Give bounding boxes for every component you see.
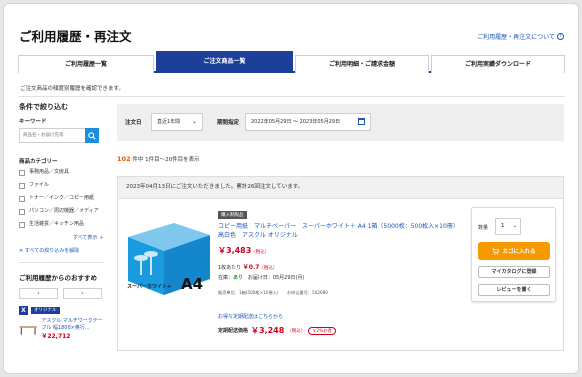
page-frame: ご利用履歴・再注文 ご利用履歴・再注文について ? ご利用履歴一覧 ご注文商品一… bbox=[3, 3, 579, 374]
delivery-date: お届け日：05月29日(月) bbox=[247, 275, 305, 281]
order-card-header: 2023年04月13日にご注文いただきました。累計26回注文しています。 bbox=[118, 177, 563, 199]
search-icon bbox=[88, 131, 96, 140]
page-title: ご利用履歴・再注文 bbox=[19, 29, 132, 44]
tax-note: （税込） bbox=[251, 250, 270, 255]
image-caption: スーパーホワイト+ bbox=[127, 284, 172, 290]
recommendation-price: ￥22,712 bbox=[41, 333, 71, 340]
tab-download[interactable]: ご利用実績ダウンロード bbox=[431, 55, 565, 73]
order-date-value: 直近1年間 bbox=[157, 119, 181, 125]
clear-filters-link[interactable]: ✕ すべての絞り込みを解除 bbox=[19, 247, 104, 254]
period-value: 2022年05月29日 ～ 2023年05月29日 bbox=[251, 119, 341, 125]
show-all-link[interactable]: すべて表示 ＋ bbox=[19, 234, 104, 241]
calendar-icon[interactable] bbox=[358, 118, 365, 125]
brand-logo-icon: X bbox=[19, 306, 28, 315]
original-ribbon: X オリジナル bbox=[19, 306, 104, 315]
tab-billing[interactable]: ご利用明細・ご請求金額 bbox=[295, 55, 429, 73]
category-checkbox[interactable]: 事務用品／文房具 bbox=[19, 169, 104, 176]
stock-label: 在庫： bbox=[218, 275, 234, 281]
unit-price-label: 1枚あたり bbox=[218, 265, 242, 271]
question-icon: ? bbox=[557, 33, 564, 40]
category-label: 商品カテゴリー bbox=[19, 159, 58, 165]
filter-title: 条件で絞り込む bbox=[19, 103, 68, 111]
product-price: ￥3,483（税込） bbox=[218, 245, 269, 256]
order-date-label: 注文日 bbox=[125, 120, 142, 126]
category-label-text: パソコン／周辺機器／メディア bbox=[29, 208, 99, 214]
cart-icon bbox=[492, 247, 500, 255]
category-label-text: 事務用品／文房具 bbox=[29, 169, 70, 175]
category-checkbox[interactable]: ファイル bbox=[19, 182, 104, 189]
checkbox[interactable] bbox=[19, 182, 25, 189]
recommendation-item[interactable]: アスクル マルチワークテーブル 幅1800×奥行... ￥22,712 bbox=[19, 318, 104, 340]
filter-bar: 注文日 直近1年間 ⌄ 期間指定 2022年05月29日 ～ 2023年05月2… bbox=[117, 104, 564, 141]
quantity-label: 数量 bbox=[478, 225, 489, 231]
checkbox[interactable] bbox=[19, 195, 25, 202]
category-checkbox[interactable]: トナー／インク／コピー用紙 bbox=[19, 195, 104, 202]
keyword-input[interactable] bbox=[19, 128, 85, 143]
unit-price-value: ￥0.7 bbox=[242, 264, 260, 271]
help-link[interactable]: ご利用履歴・再注文について ? bbox=[477, 32, 564, 41]
add-to-cart-button[interactable]: カゴに入れる bbox=[478, 242, 550, 260]
recommendation-pager: ‹ › bbox=[19, 288, 104, 299]
subscription-label: 定期配送価格 bbox=[218, 328, 249, 334]
tax-note: （税込） bbox=[259, 266, 278, 271]
tab-ordered-products[interactable]: ご注文商品一覧 bbox=[156, 51, 293, 73]
unit-price: 1枚あたり ￥0.7（税込） bbox=[218, 262, 277, 271]
period-label: 期間指定 bbox=[217, 120, 240, 126]
checkbox[interactable] bbox=[19, 221, 25, 228]
category-checkbox[interactable]: 生活雑貨／キッチン用品 bbox=[19, 221, 104, 228]
purchase-limit-badge: 購入制限品 bbox=[218, 211, 247, 219]
subscription-price-row: 定期配送価格 ￥3,248 （税込） ￥2%お得 bbox=[218, 325, 336, 336]
quantity-select[interactable]: 1 ⌄ bbox=[495, 218, 521, 235]
checkbox[interactable] bbox=[19, 169, 25, 176]
tax-note: （税込） bbox=[287, 328, 306, 334]
subscription-link[interactable]: お得な定期配送はこちらから bbox=[218, 313, 283, 320]
write-review-button[interactable]: レビューを書く bbox=[478, 284, 550, 296]
tab-bar: ご利用履歴一覧 ご注文商品一覧 ご利用明細・ご請求金額 ご利用実績ダウンロード bbox=[18, 51, 565, 73]
recommendation-title: ご利用履歴からのおすすめ bbox=[19, 274, 97, 282]
add-to-mycatalog-button[interactable]: マイカタログに登録 bbox=[478, 266, 550, 278]
tab-usage-history[interactable]: ご利用履歴一覧 bbox=[18, 55, 154, 73]
sidebar: 条件で絞り込む キーワード 商品カテゴリー 事務用品／文房具 ファイル トナー／… bbox=[19, 102, 104, 340]
price-value: ￥3,483 bbox=[218, 246, 252, 255]
checkbox[interactable] bbox=[19, 208, 25, 215]
keyword-label: キーワード bbox=[19, 119, 47, 125]
keyword-search bbox=[19, 128, 104, 143]
clear-filters-label[interactable]: すべての絞り込みを解除 bbox=[25, 248, 79, 254]
category-label-text: 生活雑貨／キッチン用品 bbox=[29, 221, 85, 227]
search-button[interactable] bbox=[85, 128, 99, 143]
result-count: 102 件中 1件目～20件目を表示 bbox=[117, 155, 200, 163]
result-count-number: 102 bbox=[117, 155, 131, 163]
category-label-text: トナー／インク／コピー用紙 bbox=[29, 195, 95, 201]
image-paper-size: A4 bbox=[181, 275, 204, 293]
original-badge: オリジナル bbox=[31, 307, 60, 314]
subscription-price: ￥3,248 bbox=[251, 326, 285, 335]
next-button[interactable]: › bbox=[63, 288, 102, 299]
sales-unit-info: 販売単位：1箱(500枚×10冊入) お申込番号：542680 bbox=[218, 290, 328, 295]
prev-button[interactable]: ‹ bbox=[19, 288, 58, 299]
category-label-text: ファイル bbox=[29, 182, 50, 188]
divider bbox=[19, 262, 104, 263]
stock-delivery: 在庫：あり お届け日：05月29日(月) bbox=[218, 274, 304, 281]
add-to-cart-label[interactable]: カゴに入れる bbox=[502, 247, 535, 255]
stock-status: あり bbox=[233, 275, 244, 281]
divider bbox=[18, 96, 565, 97]
result-count-text: 件中 1件目～20件目を表示 bbox=[132, 157, 200, 163]
purchase-box: 数量 1 ⌄ カゴに入れる マイカタログに登録 レビューを書く bbox=[471, 207, 556, 302]
desk-image[interactable] bbox=[19, 318, 37, 340]
recommendation-name[interactable]: アスクル マルチワークテーブル 幅1800×奥行... bbox=[41, 318, 104, 331]
intro-text: ご注文商品の頻度別履歴を確認できます。 bbox=[20, 86, 124, 92]
order-card: 2023年04月13日にご注文いただきました。累計26回注文しています。 スーパ… bbox=[117, 176, 564, 351]
help-link-label[interactable]: ご利用履歴・再注文について bbox=[477, 32, 555, 41]
chevron-down-icon: ⌄ bbox=[512, 223, 517, 229]
product-name-link[interactable]: コピー用紙 マルチペーパー スーパーホワイト＋ A4 1箱（5000枚：500枚… bbox=[218, 222, 463, 240]
period-input[interactable]: 2022年05月29日 ～ 2023年05月29日 bbox=[245, 113, 371, 131]
category-checkbox[interactable]: パソコン／周辺機器／メディア bbox=[19, 208, 104, 215]
order-date-select[interactable]: 直近1年間 ⌄ bbox=[151, 113, 203, 131]
quantity-value: 1 bbox=[501, 223, 505, 229]
discount-badge: ￥2%お得 bbox=[308, 326, 336, 335]
chevron-down-icon: ⌄ bbox=[191, 118, 197, 125]
